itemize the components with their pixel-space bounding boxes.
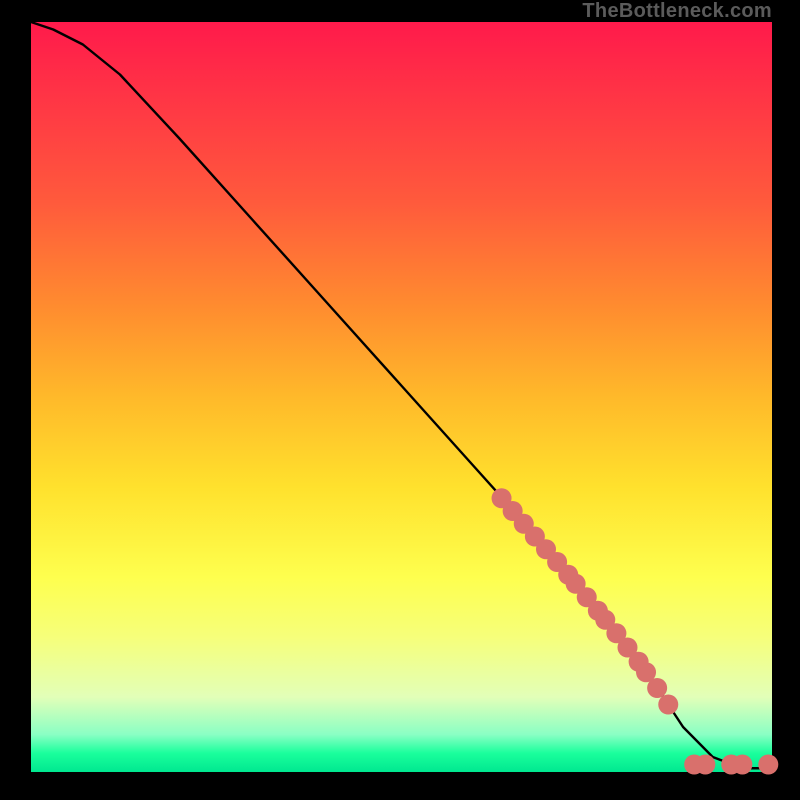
- markers-group: [492, 488, 779, 774]
- attribution-text: TheBottleneck.com: [582, 1, 772, 21]
- plot-area: [31, 22, 772, 772]
- data-marker: [647, 678, 667, 698]
- data-curve: [31, 22, 772, 768]
- data-marker: [758, 755, 778, 775]
- data-marker: [658, 695, 678, 715]
- chart-overlay: [31, 22, 772, 772]
- chart-stage: TheBottleneck.com: [0, 0, 800, 800]
- data-marker: [732, 755, 752, 775]
- data-marker: [695, 755, 715, 775]
